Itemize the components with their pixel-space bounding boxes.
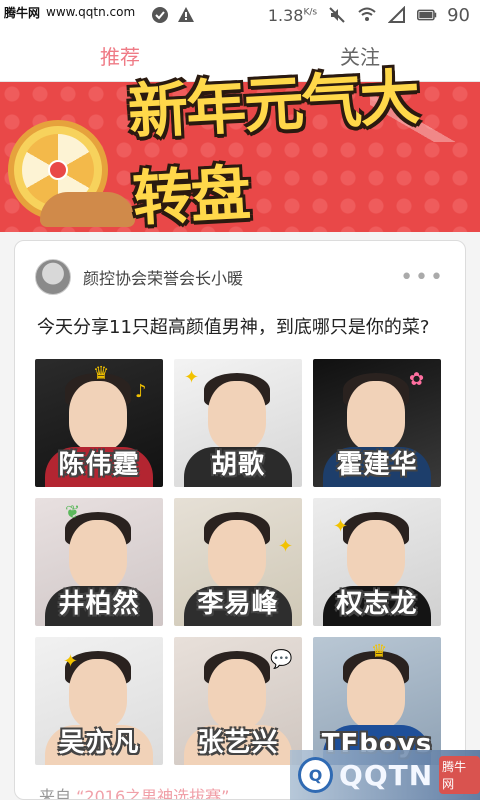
banner-title-wrap: 新年元气大转盘 xyxy=(126,63,470,235)
net-speed-value: 1.38 xyxy=(267,5,304,25)
battery-icon xyxy=(417,5,437,25)
author-name[interactable]: 颜控协会荣誉会长小暖 xyxy=(83,265,243,289)
source-prefix: 来自 xyxy=(39,787,72,800)
image-tile[interactable]: ♛ ♪ 陈伟霆 xyxy=(35,359,163,487)
image-caption: 李易峰 xyxy=(197,589,279,619)
image-caption: 吴亦凡 xyxy=(58,728,140,758)
face-shape xyxy=(208,381,266,451)
net-speed-unit: K/s xyxy=(303,7,318,18)
watermark-text: QQTN xyxy=(339,758,434,792)
face-shape xyxy=(347,659,405,729)
source-row[interactable]: 来自 “2016之男神选拔赛” xyxy=(39,783,229,800)
image-tile[interactable]: ✦ 吴亦凡 xyxy=(35,637,163,765)
image-tile[interactable]: ♛ TFboys xyxy=(313,637,441,765)
status-left xyxy=(150,5,196,25)
image-caption: 张艺兴 xyxy=(197,728,279,758)
face-shape xyxy=(347,381,405,451)
watermark-url: www.qqtn.com xyxy=(46,5,136,19)
image-grid: ♛ ♪ 陈伟霆 ✦ 胡歌 ✿ 霍建华 ❦ 井柏然 ✦ 李易峰 ✦ 权志龙 ✦ 吴… xyxy=(35,359,445,765)
battery-percent: 90 xyxy=(447,4,470,26)
watermark-cn: 腾牛网 xyxy=(4,5,41,20)
banner-title: 新年元气大转盘 xyxy=(126,62,420,235)
status-bar: 腾牛网 www.qqtn.com 1.38K/s 90 xyxy=(0,0,480,30)
crown-icon: ♛ xyxy=(93,363,110,384)
image-caption: 权志龙 xyxy=(336,589,418,619)
qqtn-logo-icon: Q xyxy=(298,757,334,793)
sparkle-icon: ✦ xyxy=(278,536,294,557)
status-right: 1.38K/s 90 xyxy=(268,5,470,26)
face-shape xyxy=(347,520,405,590)
crown-icon: ♛ xyxy=(371,641,388,662)
leaf-icon: ❦ xyxy=(65,502,81,523)
more-options-icon[interactable]: ••• xyxy=(400,265,445,290)
warning-icon xyxy=(176,5,196,25)
avatar[interactable] xyxy=(35,259,71,295)
mute-icon xyxy=(327,5,347,25)
speech-bubble-icon: 💬 xyxy=(270,649,293,670)
face-shape xyxy=(208,659,266,729)
check-circle-icon xyxy=(150,5,170,25)
monkey-illustration xyxy=(40,192,135,227)
image-caption: 陈伟霆 xyxy=(58,450,140,480)
net-speed: 1.38K/s xyxy=(268,6,317,25)
post-text: 今天分享11只超高颜值男神，到底哪只是你的菜? xyxy=(37,317,430,338)
source-tag[interactable]: “2016之男神选拔赛” xyxy=(76,787,229,799)
image-caption: 胡歌 xyxy=(210,450,265,480)
image-caption: 霍建华 xyxy=(336,450,418,480)
sparkle-icon: ✦ xyxy=(63,651,79,672)
sparkle-icon: ✦ xyxy=(184,367,200,388)
image-tile[interactable]: ❦ 井柏然 xyxy=(35,498,163,626)
wheel-hub xyxy=(48,160,68,180)
watermark-badge: 腾牛网 xyxy=(439,756,480,794)
face-shape xyxy=(69,520,127,590)
image-tile[interactable]: ✿ 霍建华 xyxy=(313,359,441,487)
image-caption: 井柏然 xyxy=(58,589,140,619)
signal-empty-icon xyxy=(387,5,407,25)
watermark-bottomright: Q QQTN 腾牛网 xyxy=(290,750,480,800)
watermark-topleft: 腾牛网 www.qqtn.com xyxy=(0,0,140,24)
author-row: 颜控协会荣誉会长小暖 ••• xyxy=(35,259,445,295)
image-tile[interactable]: ✦ 李易峰 xyxy=(174,498,302,626)
image-tile[interactable]: ✦ 权志龙 xyxy=(313,498,441,626)
wifi-icon xyxy=(357,5,377,25)
face-shape xyxy=(208,520,266,590)
sparkle-icon: ✦ xyxy=(333,516,349,537)
face-shape xyxy=(69,381,127,451)
post-card[interactable]: 颜控协会荣誉会长小暖 ••• 今天分享11只超高颜值男神，到底哪只是你的菜? ♛… xyxy=(14,240,466,800)
image-tile[interactable]: 💬 张艺兴 xyxy=(174,637,302,765)
image-tile[interactable]: ✦ 胡歌 xyxy=(174,359,302,487)
flower-icon: ✿ xyxy=(409,369,425,390)
music-note-icon: ♪ xyxy=(135,381,147,402)
